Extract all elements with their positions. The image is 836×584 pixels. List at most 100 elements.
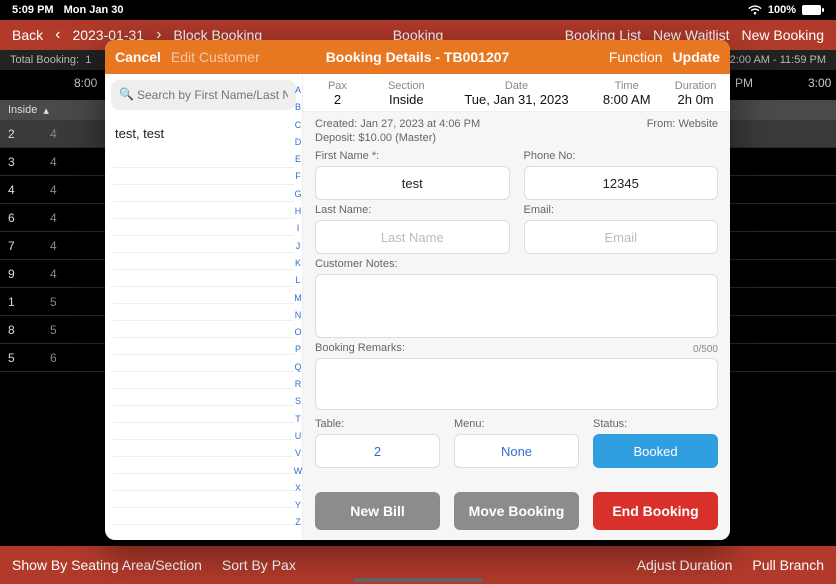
row-pax: 4 — [50, 155, 80, 169]
alpha-letter[interactable]: W — [293, 463, 303, 480]
row-table: 3 — [0, 155, 50, 169]
battery-percent: 100% — [768, 4, 796, 16]
new-bill-button[interactable]: New Bill — [315, 492, 440, 530]
chevron-up-icon: ▴ — [43, 104, 49, 117]
search-input[interactable] — [111, 80, 296, 110]
alpha-letter[interactable]: O — [293, 324, 303, 341]
created-text: Created: Jan 27, 2023 at 4:06 PM — [315, 118, 480, 130]
alpha-letter[interactable]: Z — [293, 514, 303, 531]
booking-details-modal: Cancel Edit Customer Booking Details - T… — [105, 40, 730, 540]
total-booking-label: Total Booking: — [10, 54, 79, 66]
status-date: Mon Jan 30 — [64, 4, 124, 16]
alpha-letter[interactable]: I — [293, 220, 303, 237]
last-name-input[interactable] — [315, 220, 510, 254]
alpha-letter[interactable]: J — [293, 238, 303, 255]
alpha-letter[interactable]: M — [293, 290, 303, 307]
alpha-letter[interactable]: N — [293, 307, 303, 324]
alpha-letter[interactable]: P — [293, 341, 303, 358]
alpha-letter[interactable]: U — [293, 428, 303, 445]
date-label: Date — [441, 80, 593, 92]
customer-notes-input[interactable] — [315, 274, 718, 338]
pax-label: Pax — [303, 80, 372, 92]
alpha-letter[interactable]: R — [293, 376, 303, 393]
row-pax: 4 — [50, 211, 80, 225]
row-pax: 4 — [50, 183, 80, 197]
alpha-letter[interactable]: V — [293, 445, 303, 462]
row-table: 4 — [0, 183, 50, 197]
duration-value[interactable]: 2h 0m — [661, 92, 730, 107]
new-booking-button[interactable]: New Booking — [742, 27, 825, 43]
row-table: 2 — [0, 127, 50, 141]
section-value[interactable]: Inside — [372, 92, 441, 107]
sort-by-button[interactable]: Sort By Pax — [222, 557, 296, 573]
modal-header: Cancel Edit Customer Booking Details - T… — [105, 40, 730, 74]
home-indicator — [353, 578, 483, 582]
from-text: From: Website — [647, 118, 718, 130]
back-button[interactable]: Back — [12, 27, 43, 43]
end-booking-button[interactable]: End Booking — [593, 492, 718, 530]
alpha-letter[interactable]: S — [293, 393, 303, 410]
row-table: 8 — [0, 323, 50, 337]
section-name: Inside — [8, 104, 37, 116]
pax-value[interactable]: 2 — [303, 92, 372, 107]
row-pax: 5 — [50, 323, 80, 337]
row-table: 5 — [0, 351, 50, 365]
table-selector[interactable]: 2 — [315, 434, 440, 468]
duration-label: Duration — [661, 80, 730, 92]
alpha-letter[interactable]: D — [293, 134, 303, 151]
customer-search-pane: 🔍 test, test — [105, 74, 303, 540]
row-pax: 4 — [50, 267, 80, 281]
alpha-letter[interactable]: K — [293, 255, 303, 272]
pull-branch-button[interactable]: Pull Branch — [752, 557, 824, 573]
timeline-tick: 8:00 — [74, 76, 97, 90]
first-name-input[interactable] — [315, 166, 510, 200]
row-table: 6 — [0, 211, 50, 225]
status-selector[interactable]: Booked — [593, 434, 718, 468]
row-pax: 4 — [50, 239, 80, 253]
alpha-letter[interactable]: X — [293, 480, 303, 497]
booking-remarks-input[interactable] — [315, 358, 718, 410]
remarks-charcount: 0/500 — [693, 344, 718, 355]
modal-title: Booking Details - TB001207 — [326, 49, 510, 65]
alpha-index[interactable]: ABCDEFGHIJKLMNOPQRSTUVWXYZ — [293, 82, 303, 532]
alpha-letter[interactable]: H — [293, 203, 303, 220]
alpha-letter[interactable]: A — [293, 82, 303, 99]
edit-customer-button[interactable]: Edit Customer — [171, 49, 260, 65]
alpha-letter[interactable]: C — [293, 117, 303, 134]
alpha-letter[interactable]: L — [293, 272, 303, 289]
adjust-duration-button[interactable]: Adjust Duration — [637, 557, 733, 573]
date-value[interactable]: Tue, Jan 31, 2023 — [441, 92, 593, 107]
notes-label: Customer Notes: — [315, 258, 718, 270]
function-button[interactable]: Function — [609, 49, 663, 65]
phone-input[interactable] — [524, 166, 719, 200]
alpha-letter[interactable]: G — [293, 186, 303, 203]
remarks-label: Booking Remarks: — [315, 342, 718, 354]
email-input[interactable] — [524, 220, 719, 254]
alpha-letter[interactable]: Q — [293, 359, 303, 376]
timeline-tick: PM — [735, 76, 753, 90]
customer-list-item[interactable]: test, test — [105, 116, 302, 151]
move-booking-button[interactable]: Move Booking — [454, 492, 579, 530]
time-label: Time — [592, 80, 661, 92]
cancel-button[interactable]: Cancel — [115, 49, 161, 65]
alpha-letter[interactable]: F — [293, 168, 303, 185]
alpha-letter[interactable]: B — [293, 99, 303, 116]
update-button[interactable]: Update — [673, 49, 720, 65]
table-label: Table: — [315, 418, 440, 430]
phone-label: Phone No: — [524, 150, 719, 162]
alpha-letter[interactable]: T — [293, 411, 303, 428]
status-label: Status: — [593, 418, 718, 430]
chevron-left-icon[interactable]: ‹ — [55, 26, 60, 44]
booking-info-row: Pax2 SectionInside DateTue, Jan 31, 2023… — [303, 74, 730, 112]
menu-selector[interactable]: None — [454, 434, 579, 468]
alpha-letter[interactable]: E — [293, 151, 303, 168]
show-by-button[interactable]: Show By Seating Area/Section — [12, 557, 202, 573]
section-label: Section — [372, 80, 441, 92]
booking-form-pane: Pax2 SectionInside DateTue, Jan 31, 2023… — [303, 74, 730, 540]
alpha-letter[interactable]: Y — [293, 497, 303, 514]
row-table: 7 — [0, 239, 50, 253]
time-value[interactable]: 8:00 AM — [592, 92, 661, 107]
deposit-text: Deposit: $10.00 (Master) — [315, 132, 436, 144]
total-booking-value: 1 — [85, 54, 91, 66]
timeline-tick: 3:00 — [808, 76, 831, 90]
